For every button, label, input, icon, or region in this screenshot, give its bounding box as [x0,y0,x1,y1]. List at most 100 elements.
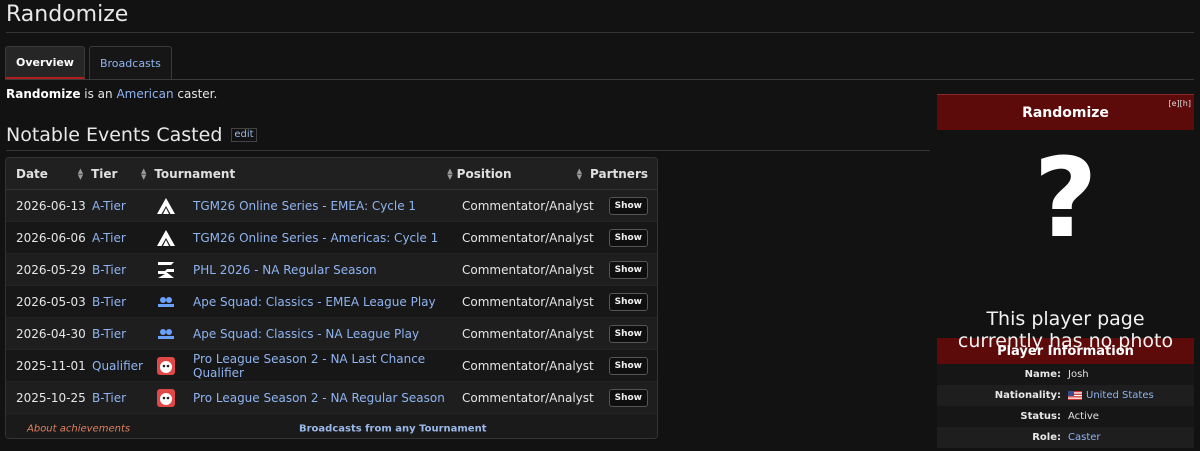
table-body: 2026-06-13 A-Tier TGM26 Online Series - EM… [6,190,657,414]
cell-position: Commentator/Analyst [462,390,594,405]
tournament-link[interactable]: Ape Squad: Classics - NA League Play [193,327,419,341]
nationality-link[interactable]: American [116,87,173,101]
table-row: 2026-04-30 B-Tier Ape Squad: Classics - NA… [6,318,657,350]
show-partners-button[interactable]: Show [608,260,648,279]
tournament-link[interactable]: TGM26 Online Series - Americas: Cycle 1 [193,231,438,245]
player-information-fields: Name: Josh Nationality: United States Status… [937,364,1194,448]
cell-tier[interactable]: B-Tier [92,327,156,341]
cell-position: Commentator/Analyst [462,358,594,373]
cell-position: Commentator/Analyst [462,294,594,309]
cell-tournament: Pro League Season 2 - NA Regular Season [156,388,462,408]
cell-tier[interactable]: B-Tier [92,295,156,309]
cell-partners: Show [597,324,657,343]
cell-position: Commentator/Analyst [462,262,594,277]
infobox-field-row: Name: Josh [937,364,1194,385]
infobox-field-row: Status: Active [937,406,1194,427]
infobox-field-value-wrap: Josh [1068,369,1089,380]
header-position[interactable]: Position ▲ ▼ [457,167,590,181]
no-photo-text: This player page currently has no photo [957,308,1174,352]
table-row: 2026-06-13 A-Tier TGM26 Online Series - EM… [6,190,657,222]
table-footer: About achievements Broadcasts from any T… [6,414,657,438]
show-partners-button[interactable]: Show [608,196,648,215]
tournament-link[interactable]: Ape Squad: Classics - EMEA League Play [193,295,436,309]
about-achievements-link[interactable]: About achievements [27,424,130,435]
infobox-field-value-wrap: Caster [1068,432,1101,443]
infobox-edit-links[interactable]: [e][h] [1169,99,1191,108]
tab-overview[interactable]: Overview [5,46,85,79]
tournament-link[interactable]: Pro League Season 2 - NA Last Chance Qua… [193,352,462,380]
phl-logo-icon[interactable] [156,260,176,280]
cell-tournament: Pro League Season 2 - NA Last Chance Qua… [156,352,462,380]
cell-position: Commentator/Analyst [462,230,594,245]
cell-tournament: Ape Squad: Classics - NA League Play [156,324,462,344]
cell-tier[interactable]: B-Tier [92,263,156,277]
show-partners-button[interactable]: Show [608,388,648,407]
tournament-link[interactable]: TGM26 Online Series - EMEA: Cycle 1 [193,199,416,213]
cell-tournament: PHL 2026 - NA Regular Season [156,260,462,280]
tgm-triangle-icon[interactable] [156,196,176,216]
cell-date: 2026-06-06 [16,230,86,245]
show-partners-button[interactable]: Show [608,356,648,375]
cell-tournament: TGM26 Online Series - EMEA: Cycle 1 [156,196,462,216]
pro-league-icon[interactable] [156,356,176,376]
sort-icon: ▲ ▼ [140,166,147,181]
infobox-title: Randomize [e][h] [937,94,1194,130]
cell-date: 2026-06-13 [16,198,86,213]
table-row: 2026-05-29 B-Tier PHL 2026 - NA Regular Se… [6,254,657,286]
cell-date: 2025-11-01 [16,358,86,373]
tournament-link[interactable]: Pro League Season 2 - NA Regular Season [193,391,445,405]
cell-date: 2026-05-29 [16,262,86,277]
header-date[interactable]: Date ▲ ▼ [6,167,91,181]
infobox-field-value: Active [1068,411,1099,422]
cell-tier[interactable]: A-Tier [92,199,156,213]
cell-tournament: Ape Squad: Classics - EMEA League Play [156,292,462,312]
ape-squad-classics-icon[interactable] [156,292,176,312]
cell-tier[interactable]: A-Tier [92,231,156,245]
table-row: 2025-10-25 B-Tier Pro League Season 2 - NA… [6,382,657,414]
tgm-triangle-icon[interactable] [156,228,176,248]
cell-partners: Show [597,228,657,247]
infobox-photo-placeholder: ? This player page currently has no phot… [937,130,1194,352]
show-partners-button[interactable]: Show [608,228,648,247]
sort-icon: ▲ ▼ [576,166,583,181]
table-row: 2026-06-06 A-Tier TGM26 Online Series - Am… [6,222,657,254]
header-tier[interactable]: Tier ▲ ▼ [91,167,154,181]
header-tournament[interactable]: Tournament ▲ ▼ [154,167,456,181]
tournament-link[interactable]: PHL 2026 - NA Regular Season [193,263,377,277]
infobox: Randomize [e][h] ? This player page curr… [937,94,1194,451]
infobox-field-value-wrap: United States [1068,390,1154,401]
cell-date: 2025-10-25 [16,390,86,405]
cell-tier[interactable]: Qualifier [92,359,156,373]
pro-league-icon[interactable] [156,388,176,408]
infobox-field-label: Role: [1032,432,1061,443]
cell-partners: Show [597,292,657,311]
page-title: Randomize [6,2,129,27]
intro-text: Randomize is an American caster. [6,87,217,101]
sort-icon: ▲ ▼ [447,166,453,181]
intro-mid: is an [80,87,117,101]
infobox-field-row: Role: Caster [937,427,1194,448]
table-header: Date ▲ ▼ Tier ▲ ▼ Tournament ▲ ▼ Position ▲ ▼ Pa… [6,158,657,190]
cell-partners: Show [597,260,657,279]
section-title-text: Notable Events Casted [6,124,223,146]
cell-tier[interactable]: B-Tier [92,391,156,405]
tab-divider [5,79,1194,80]
show-partners-button[interactable]: Show [608,324,648,343]
infobox-field-value[interactable]: Caster [1068,432,1101,443]
cell-partners: Show [597,196,657,215]
intro-name: Randomize [6,87,81,101]
question-mark-icon: ? [1033,134,1098,262]
us-flag-icon [1068,391,1082,400]
tab-broadcasts[interactable]: Broadcasts [88,46,172,79]
ape-squad-classics-icon[interactable] [156,324,176,344]
section-edit-link[interactable]: edit [231,128,257,142]
infobox-field-value[interactable]: United States [1086,390,1154,401]
events-table: Date ▲ ▼ Tier ▲ ▼ Tournament ▲ ▼ Position ▲ ▼ Pa… [5,157,658,439]
intro-end: caster. [173,87,218,101]
sort-icon: ▲ ▼ [77,166,84,181]
table-row: 2026-05-03 B-Tier Ape Squad: Classics - EM… [6,286,657,318]
broadcasts-any-tournament-link[interactable]: Broadcasts from any Tournament [299,424,486,435]
show-partners-button[interactable]: Show [608,292,648,311]
section-divider [6,150,930,151]
cell-position: Commentator/Analyst [462,198,594,213]
